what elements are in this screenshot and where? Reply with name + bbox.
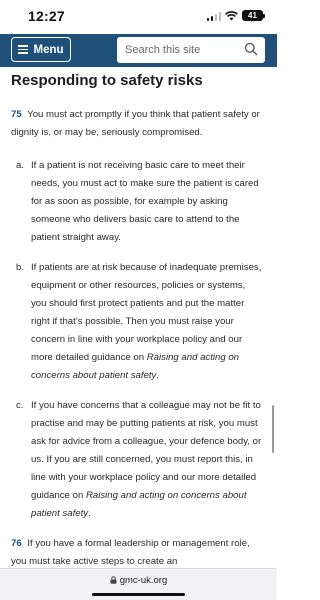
paragraph-75: 75 You must act promptly if you think th… (11, 106, 266, 142)
search-icon[interactable] (244, 42, 258, 56)
list-item-letter: c. (16, 400, 24, 411)
list-item-text: If patients are at risk because of inade… (31, 259, 266, 385)
lock-icon (110, 576, 117, 584)
list-item-letter: b. (16, 262, 25, 273)
status-indicators: 41 (206, 10, 265, 21)
paragraph-76: 76 If you have a formal leadership or ma… (11, 535, 266, 571)
list-item-end: . (88, 508, 91, 519)
list-item: a. If a patient is not receiving basic c… (11, 157, 266, 247)
list-item: b. If patients are at risk because of in… (11, 259, 266, 385)
home-indicator[interactable] (92, 593, 185, 596)
search-placeholder: Search this site (125, 44, 201, 56)
sub-item-list: a. If a patient is not receiving basic c… (11, 157, 266, 523)
url-bar[interactable]: gmc-uk.org (0, 568, 277, 600)
paragraph-number: 76 (11, 538, 22, 549)
list-item-letter: a. (16, 160, 25, 171)
list-item-end: . (156, 370, 160, 381)
battery-icon: 41 (242, 10, 265, 21)
paragraph-text: You must act promptly if you think that … (11, 109, 260, 138)
paragraph-number: 75 (11, 109, 22, 120)
signal-icon (206, 11, 221, 21)
wifi-icon (225, 10, 238, 20)
list-item: c. If you have concerns that a colleague… (11, 397, 266, 523)
main-content: Responding to safety risks 75 You must a… (11, 67, 266, 571)
list-item-text: If a patient is not receiving basic care… (31, 157, 266, 247)
status-time: 12:27 (28, 8, 65, 24)
search-input[interactable]: Search this site (117, 37, 265, 63)
list-item-text: If you have concerns that a colleague ma… (31, 397, 266, 523)
hamburger-icon (18, 43, 29, 56)
paragraph-text: If you have a formal leadership or manag… (11, 538, 250, 567)
list-item-body: If a patient is not receiving basic care… (31, 160, 259, 243)
list-item-body: If you have concerns that a colleague ma… (31, 400, 262, 501)
url-domain: gmc-uk.org (119, 575, 168, 586)
list-item-body: If patients are at risk because of inade… (31, 262, 262, 363)
url-display[interactable]: gmc-uk.org (0, 575, 277, 586)
site-header: Menu Search this site (0, 34, 277, 67)
menu-label: Menu (33, 43, 64, 56)
menu-button[interactable]: Menu (11, 37, 71, 62)
status-bar: 12:27 41 (0, 0, 277, 34)
page-heading: Responding to safety risks (11, 72, 203, 89)
scrollbar[interactable] (271, 405, 274, 453)
